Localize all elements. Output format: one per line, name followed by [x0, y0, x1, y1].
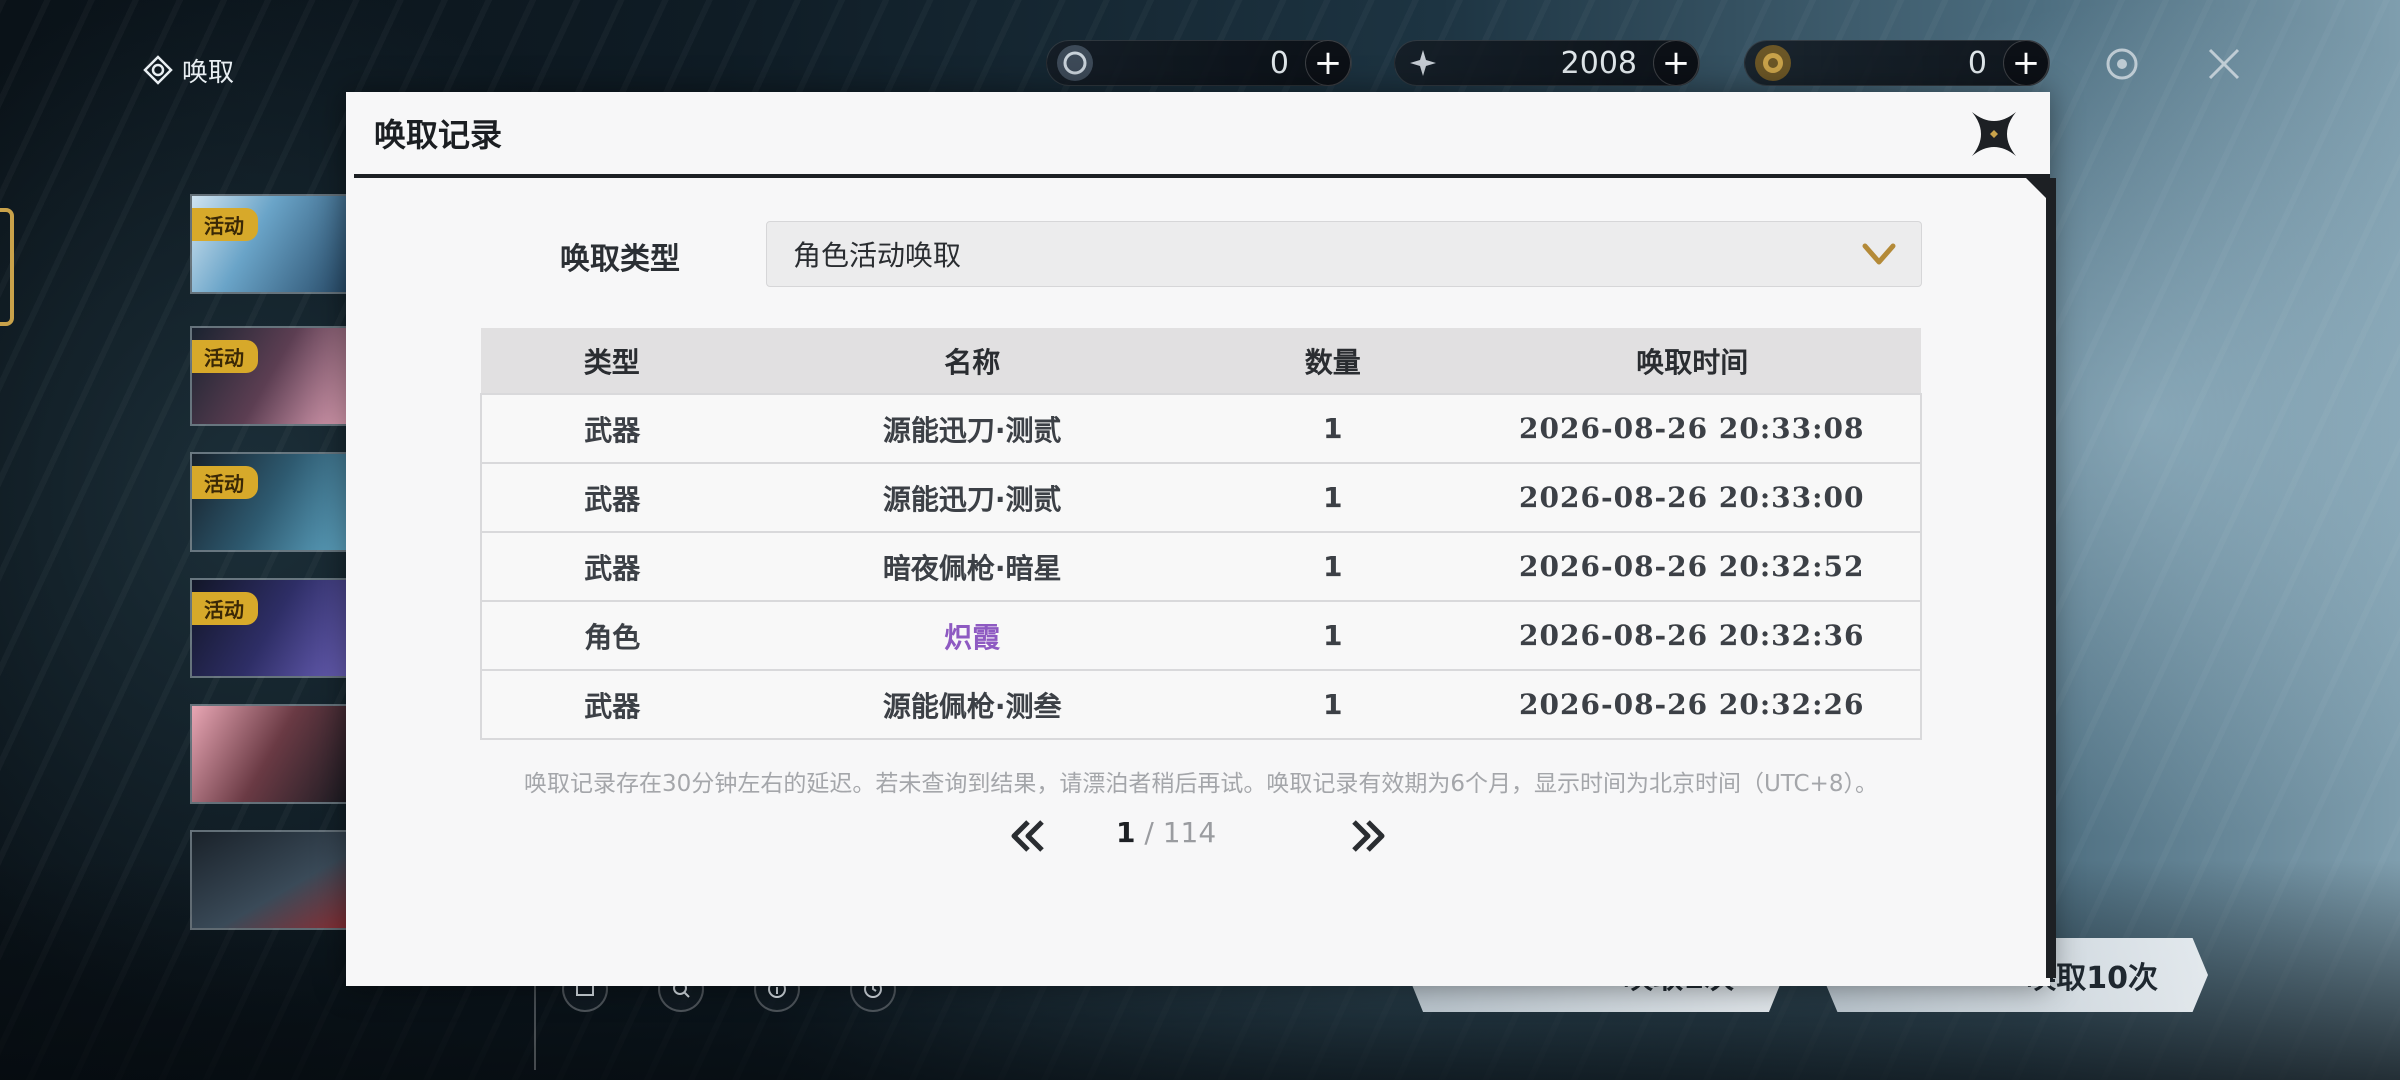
cell-time: 2026-08-26 20:33:00 [1463, 462, 1922, 532]
gold-coin-icon [1755, 45, 1791, 81]
banner-tag: 活动 [192, 208, 258, 241]
table-row: 角色 炽霞 1 2026-08-26 20:32:36 [480, 600, 1922, 670]
banner-3[interactable]: 活动 [190, 452, 350, 552]
total-pages: 114 [1162, 816, 1217, 849]
col-header-type: 类型 [481, 328, 743, 394]
history-modal: 唤取记录 唤取类型 角色活动唤取 类型 名称 数量 唤取时间 武器 源能迅刀·测… [346, 92, 2056, 986]
banner-tag: 活动 [192, 340, 258, 373]
cell-type: 武器 [480, 393, 743, 463]
cell-name: 暗夜佩枪·暗星 [742, 531, 1202, 601]
pagination: 1 / 114 [346, 812, 2050, 862]
dropdown-value: 角色活动唤取 [793, 239, 962, 272]
close-button[interactable] [1964, 104, 2024, 164]
col-header-name: 名称 [742, 328, 1202, 394]
prev-page-icon[interactable] [1006, 818, 1050, 854]
table-row: 武器 源能迅刀·测贰 1 2026-08-26 20:33:08 [480, 393, 1922, 463]
convene-type-dropdown[interactable]: 角色活动唤取 [766, 221, 1922, 287]
cell-time: 2026-08-26 20:32:36 [1463, 600, 1922, 670]
convene-icon [143, 55, 173, 85]
modal-header: 唤取记录 [346, 92, 2050, 174]
currency-bar-3: 0 + [1744, 40, 2050, 86]
selection-bracket [0, 208, 14, 326]
currency-amount-3: 0 [1967, 45, 1987, 81]
table-row: 武器 暗夜佩枪·暗星 1 2026-08-26 20:32:52 [480, 531, 1922, 601]
cell-time: 2026-08-26 20:32:52 [1463, 531, 1922, 601]
cell-count: 1 [1201, 393, 1464, 463]
star-crystal-icon [1405, 45, 1441, 81]
currency-amount-2: 2008 [1560, 45, 1637, 81]
cell-type: 武器 [480, 531, 743, 601]
coin-icon [1057, 45, 1093, 81]
banner-1[interactable]: 活动 [190, 194, 350, 294]
cell-count: 1 [1201, 669, 1464, 740]
banner-5[interactable] [190, 704, 350, 804]
cell-time: 2026-08-26 20:32:26 [1463, 669, 1922, 740]
next-page-icon[interactable] [1346, 818, 1390, 854]
cell-name: 炽霞 [742, 600, 1202, 670]
banner-tag: 活动 [192, 466, 258, 499]
add-currency-2-button[interactable]: + [1653, 40, 1699, 86]
history-table: 类型 名称 数量 唤取时间 武器 源能迅刀·测贰 1 2026-08-26 20… [480, 328, 1922, 740]
table-row: 武器 源能佩枪·测叁 1 2026-08-26 20:32:26 [480, 669, 1922, 740]
cell-type: 武器 [480, 669, 743, 740]
exit-icon[interactable] [2200, 40, 2248, 88]
cell-count: 1 [1201, 531, 1464, 601]
filter-label: 唤取类型 [560, 242, 680, 277]
currency-amount-1: 0 [1269, 45, 1289, 81]
col-header-count: 数量 [1201, 328, 1464, 394]
close-icon [1972, 112, 2016, 156]
banner-2[interactable]: 活动 [190, 326, 350, 426]
table-row: 武器 源能迅刀·测贰 1 2026-08-26 20:33:00 [480, 462, 1922, 532]
cell-type: 武器 [480, 462, 743, 532]
page-indicator: 1 / 114 [1116, 816, 1296, 849]
screen-title: 唤取 [142, 50, 234, 90]
table-header-row: 类型 名称 数量 唤取时间 [481, 328, 1921, 394]
add-currency-1-button[interactable]: + [1305, 40, 1351, 86]
cell-name: 源能迅刀·测贰 [742, 462, 1202, 532]
banner-6[interactable] [190, 830, 350, 930]
banner-tag: 活动 [192, 592, 258, 625]
chevron-down-icon [1862, 243, 1896, 265]
cell-count: 1 [1201, 462, 1464, 532]
cell-name: 源能佩枪·测叁 [742, 669, 1202, 740]
cell-type: 角色 [480, 600, 743, 670]
cell-name: 源能迅刀·测贰 [742, 393, 1202, 463]
currency-bar-1: 0 + [1046, 40, 1352, 86]
modal-header-divider [354, 174, 2050, 178]
banner-art [192, 706, 348, 802]
currency-bar-2: 2008 + [1394, 40, 1700, 86]
modal-title: 唤取记录 [374, 116, 503, 154]
page-separator: / [1135, 816, 1163, 849]
settings-icon[interactable] [2098, 40, 2146, 88]
banner-art [192, 832, 348, 928]
banner-4[interactable]: 活动 [190, 578, 350, 678]
screen-title-text: 唤取 [182, 57, 235, 88]
delay-notice: 唤取记录存在30分钟左右的延迟。若未查询到结果，请漂泊者稍后再试。唤取记录有效期… [524, 771, 1878, 797]
current-page: 1 [1116, 816, 1136, 849]
col-header-time: 唤取时间 [1463, 328, 1921, 394]
cell-count: 1 [1201, 600, 1464, 670]
cell-time: 2026-08-26 20:33:08 [1463, 393, 1922, 463]
add-currency-3-button[interactable]: + [2003, 40, 2049, 86]
modal-corner [2026, 178, 2056, 208]
